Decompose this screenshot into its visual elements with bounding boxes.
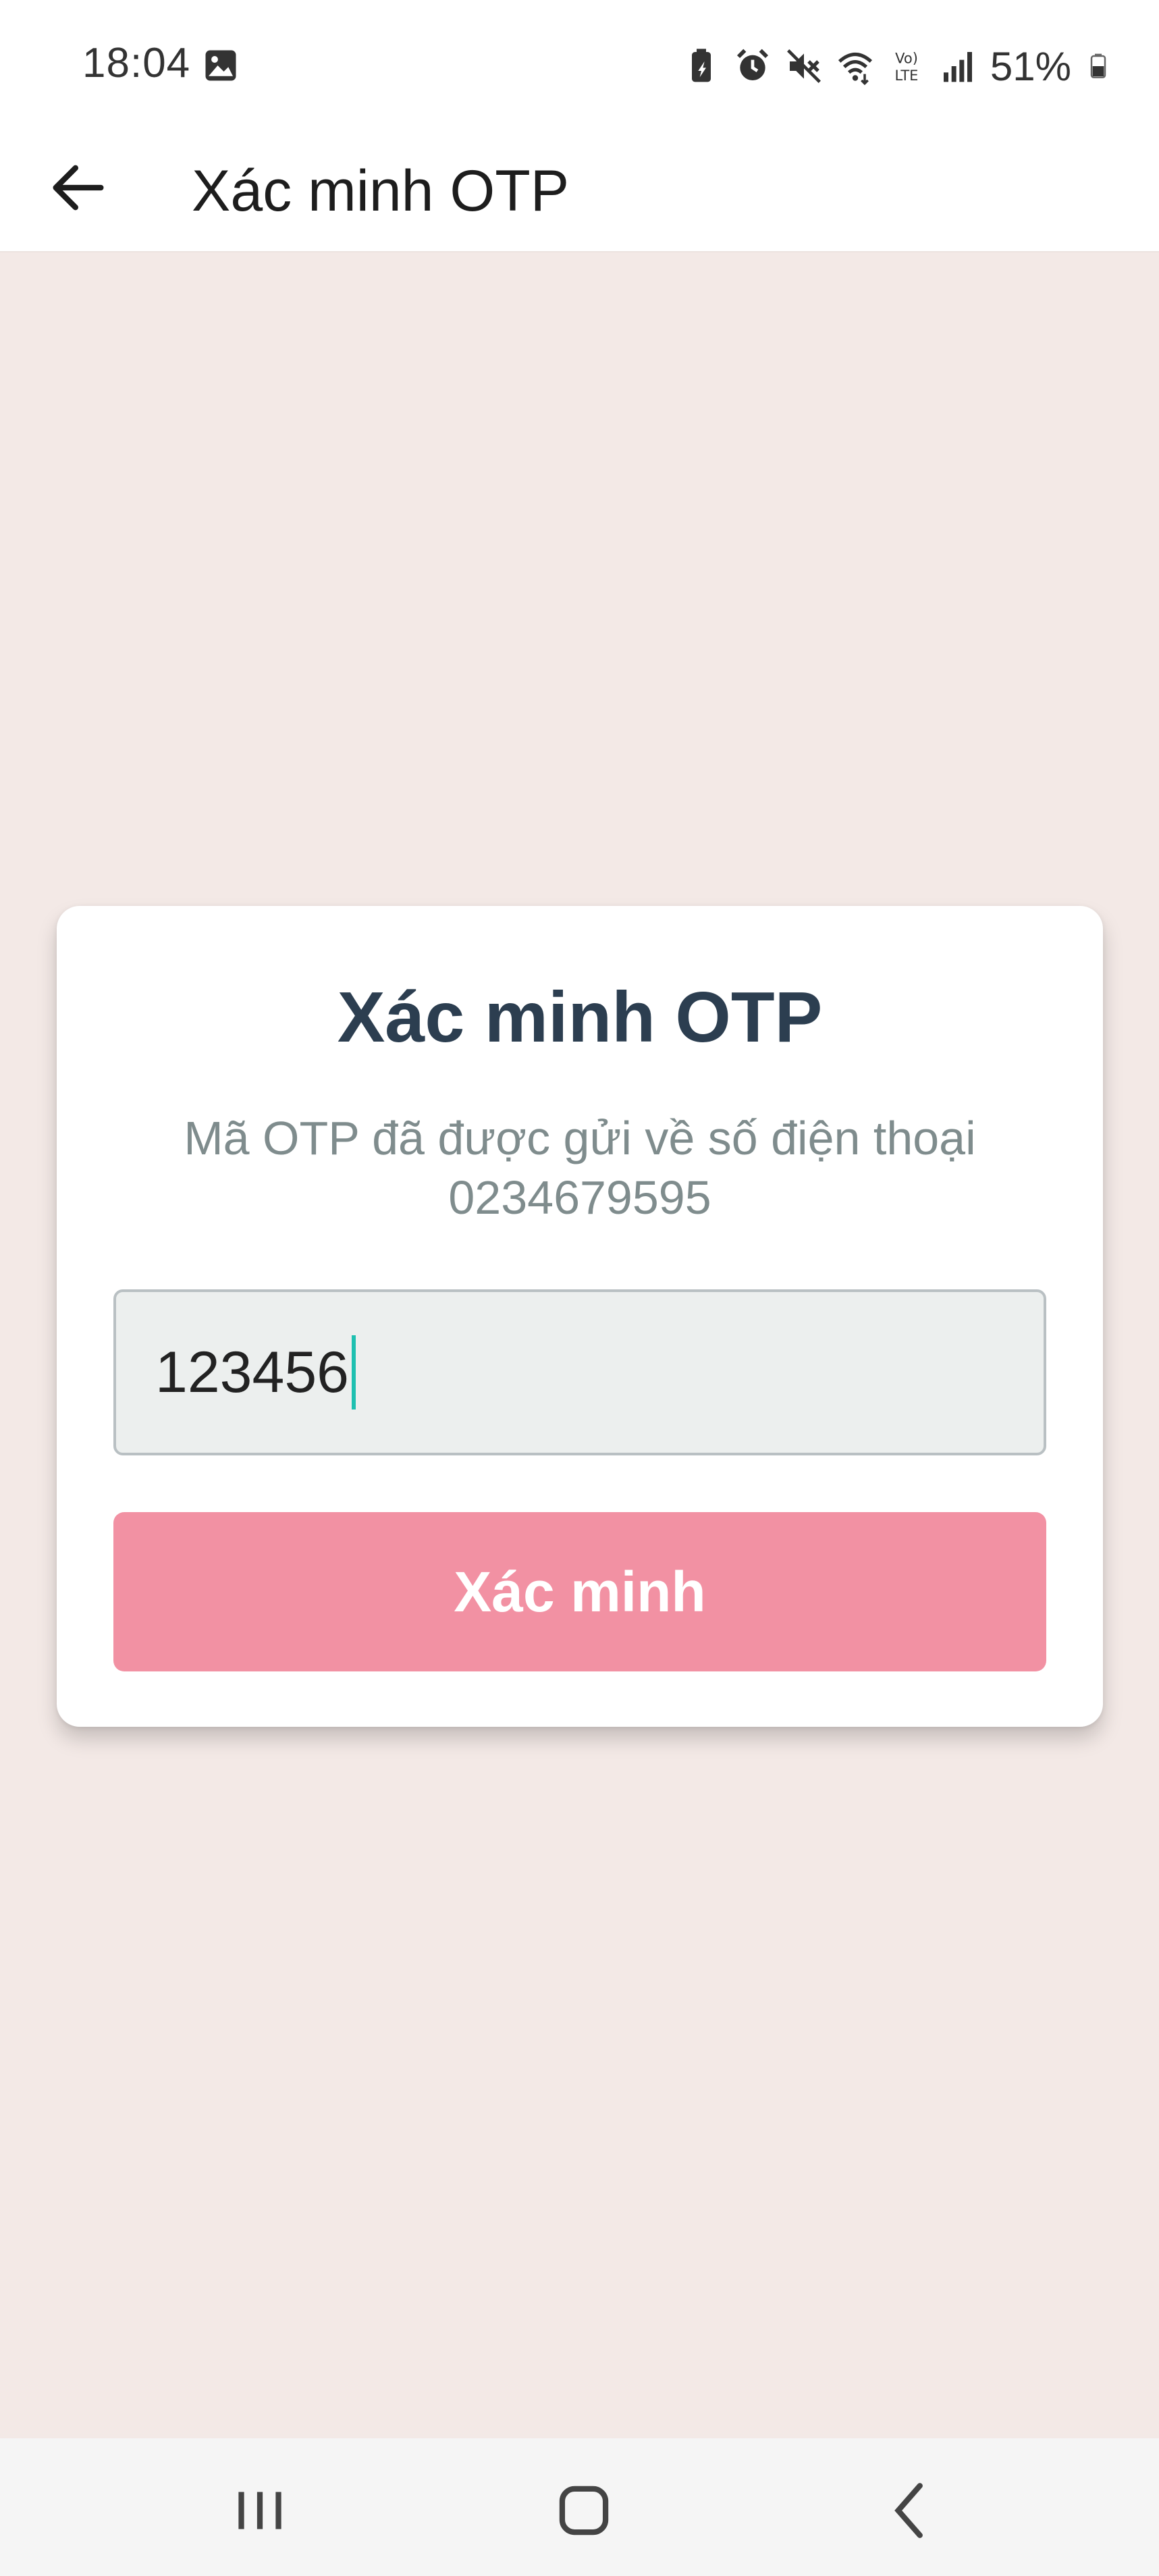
recents-icon[interactable] — [223, 2473, 297, 2548]
nav-back-icon[interactable] — [873, 2473, 948, 2548]
gallery-icon — [205, 50, 236, 81]
otp-input-value: 123456 — [155, 1339, 349, 1405]
status-time: 18:04 — [82, 40, 191, 86]
app-bar: Xác minh OTP — [0, 128, 1159, 252]
status-bar: 18:04 Vo) LTE 51% — [0, 0, 1159, 128]
signal-icon — [943, 52, 972, 82]
alarm-icon — [736, 49, 768, 80]
card-title: Xác minh OTP — [337, 977, 823, 1057]
back-arrow-icon[interactable] — [45, 154, 112, 221]
verify-button[interactable]: Xác minh — [113, 1512, 1046, 1671]
wifi-icon — [838, 52, 872, 85]
svg-text:LTE: LTE — [894, 68, 918, 84]
otp-description: Mã OTP đã được gửi về số điện thoại 0234… — [184, 1112, 976, 1224]
verify-button-label: Xác minh — [454, 1559, 706, 1624]
battery-saver-icon — [691, 49, 711, 82]
home-icon[interactable] — [547, 2473, 621, 2548]
otp-input[interactable]: 123456 — [113, 1289, 1046, 1455]
mute-icon — [786, 49, 821, 83]
system-nav-bar — [0, 2438, 1159, 2576]
status-icons: Vo) LTE 51% — [682, 39, 1112, 93]
screen: 18:04 Vo) LTE 51% Xác minh OTP Xác minh … — [0, 0, 1159, 2576]
page-title: Xác minh OTP — [192, 159, 570, 223]
volte-icon: Vo) LTE — [894, 50, 918, 84]
text-caret — [351, 1335, 356, 1410]
otp-card: Xác minh OTP Mã OTP đã được gửi về số đi… — [57, 906, 1103, 1727]
svg-text:Vo): Vo) — [895, 50, 918, 66]
battery-icon — [1090, 53, 1106, 78]
battery-percentage: 51% — [990, 43, 1071, 89]
